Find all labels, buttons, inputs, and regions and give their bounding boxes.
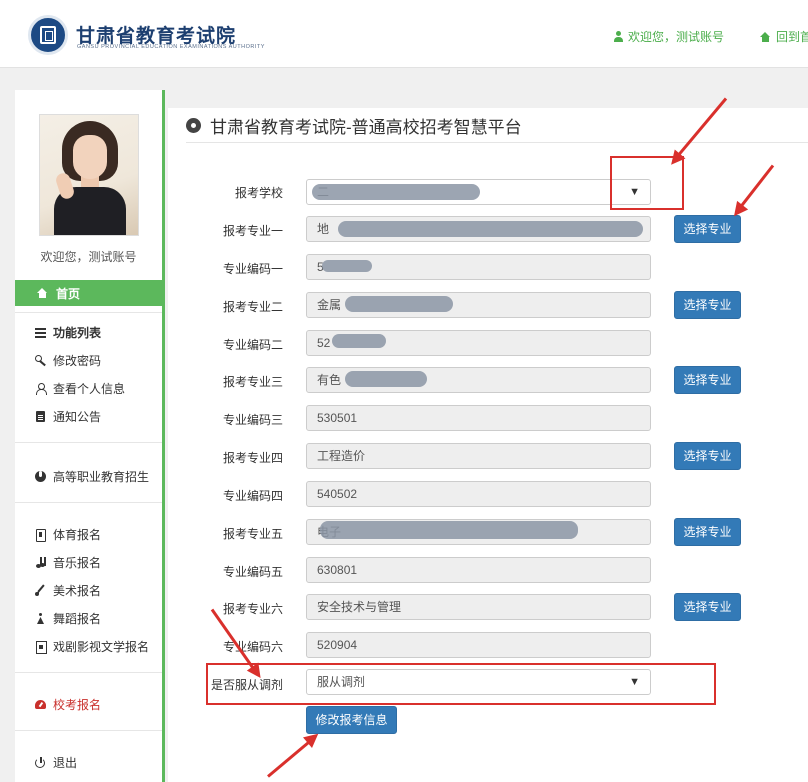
major-code-5-field: 630801 — [306, 557, 651, 583]
gear-icon — [186, 118, 201, 133]
sidebar-item-home[interactable]: 首页 — [15, 280, 162, 306]
sidebar-item-label: 校考报名 — [53, 698, 102, 712]
major-6-label: 报考专业六 — [222, 602, 283, 616]
sidebar: 欢迎您，测试账号 首页 功能列表 修改密码 查看个人信息 通知公告 高等职业教育… — [15, 90, 165, 782]
sidebar-item-label: 音乐报名 — [53, 556, 102, 570]
sidebar-section-label: 功能列表 — [53, 326, 102, 340]
sidebar-item-personal-info[interactable]: 查看个人信息 — [35, 380, 125, 397]
film-icon — [35, 641, 47, 654]
sidebar-item-label: 首页 — [56, 286, 81, 301]
sidebar-item-label: 美术报名 — [53, 584, 102, 598]
institution-logo — [28, 15, 68, 55]
select-major-6-button[interactable]: 选择专业 — [674, 593, 741, 621]
major-3-label: 报考专业三 — [222, 375, 283, 389]
select-major-2-button[interactable]: 选择专业 — [674, 291, 741, 319]
major-4-label: 报考专业四 — [222, 451, 283, 465]
document-icon — [35, 411, 46, 422]
major-code-4-field: 540502 — [306, 481, 651, 507]
select-major-4-button[interactable]: 选择专业 — [674, 442, 741, 470]
sidebar-item-change-password[interactable]: 修改密码 — [35, 352, 101, 369]
music-icon — [35, 557, 46, 568]
sidebar-item-label: 高等职业教育招生 — [53, 470, 150, 484]
sidebar-item-label: 体育报名 — [53, 528, 102, 542]
major-2-label: 报考专业二 — [222, 300, 283, 314]
sidebar-item-art[interactable]: 美术报名 — [35, 582, 101, 599]
file-icon — [35, 529, 46, 542]
page-title-text: 甘肃省教育考试院-普通高校招考智慧平台 — [210, 118, 522, 137]
school-label: 报考学校 — [234, 186, 283, 200]
major-code-3-label: 专业编码三 — [222, 413, 283, 427]
key-icon — [35, 355, 46, 366]
sidebar-item-notices[interactable]: 通知公告 — [35, 408, 101, 425]
header-welcome[interactable]: 欢迎您，测试账号 — [614, 28, 724, 45]
select-major-1-button[interactable]: 选择专业 — [674, 215, 741, 243]
major-code-4-label: 专业编码四 — [222, 489, 283, 503]
back-home-text: 回到首 — [776, 30, 808, 44]
site-subtitle: GANSU PROVINCIAL EDUCATION EXAMINATIONS … — [77, 44, 265, 50]
select-major-3-button[interactable]: 选择专业 — [674, 366, 741, 394]
user-icon — [614, 31, 623, 42]
major-code-2-label: 专业编码二 — [222, 338, 283, 352]
brush-icon — [35, 585, 46, 596]
sidebar-item-label: 舞蹈报名 — [53, 612, 102, 626]
sidebar-section-functions: 功能列表 — [35, 324, 101, 341]
major-code-5-label: 专业编码五 — [222, 565, 283, 579]
sidebar-item-label: 查看个人信息 — [53, 382, 126, 396]
sidebar-item-drama[interactable]: 戏剧影视文学报名 — [35, 638, 149, 655]
major-4-field: 工程造价 — [306, 443, 651, 469]
sidebar-item-dance[interactable]: 舞蹈报名 — [35, 610, 101, 627]
major-code-3-field: 530501 — [306, 405, 651, 431]
sidebar-item-vocational[interactable]: 高等职业教育招生 — [35, 468, 149, 485]
user-icon — [35, 383, 47, 395]
home-icon — [37, 287, 48, 299]
avatar — [39, 114, 139, 236]
power-icon — [35, 757, 46, 768]
sidebar-item-label: 退出 — [53, 756, 78, 770]
rebel-icon — [35, 471, 46, 482]
header-welcome-text: 欢迎您，测试账号 — [628, 30, 725, 44]
major-5-label: 报考专业五 — [222, 527, 283, 541]
major-6-field: 安全技术与管理 — [306, 594, 651, 620]
home-icon — [760, 31, 771, 42]
select-major-5-button[interactable]: 选择专业 — [674, 518, 741, 546]
sidebar-item-label: 戏剧影视文学报名 — [53, 640, 150, 654]
sidebar-item-sports[interactable]: 体育报名 — [35, 526, 101, 543]
list-icon — [35, 327, 46, 338]
dancer-icon — [35, 613, 46, 624]
sidebar-welcome: 欢迎您，测试账号 — [40, 250, 137, 264]
top-header: 甘肃省教育考试院 GANSU PROVINCIAL EDUCATION EXAM… — [0, 0, 808, 68]
annotation-highlight-box — [206, 663, 716, 705]
major-1-label: 报考专业一 — [222, 224, 283, 238]
major-code-1-label: 专业编码一 — [222, 262, 283, 276]
back-home-link[interactable]: 回到首 — [760, 28, 808, 45]
sidebar-item-label: 修改密码 — [53, 354, 102, 368]
update-application-button[interactable]: 修改报考信息 — [306, 706, 397, 734]
major-code-6-field: 520904 — [306, 632, 651, 658]
sidebar-item-music[interactable]: 音乐报名 — [35, 554, 101, 571]
sidebar-item-logout[interactable]: 退出 — [35, 754, 77, 771]
sidebar-item-label: 通知公告 — [53, 410, 102, 424]
page-title: 甘肃省教育考试院-普通高校招考智慧平台 — [186, 113, 522, 138]
dashboard-icon — [35, 699, 46, 710]
sidebar-item-school-exam[interactable]: 校考报名 — [35, 696, 101, 713]
